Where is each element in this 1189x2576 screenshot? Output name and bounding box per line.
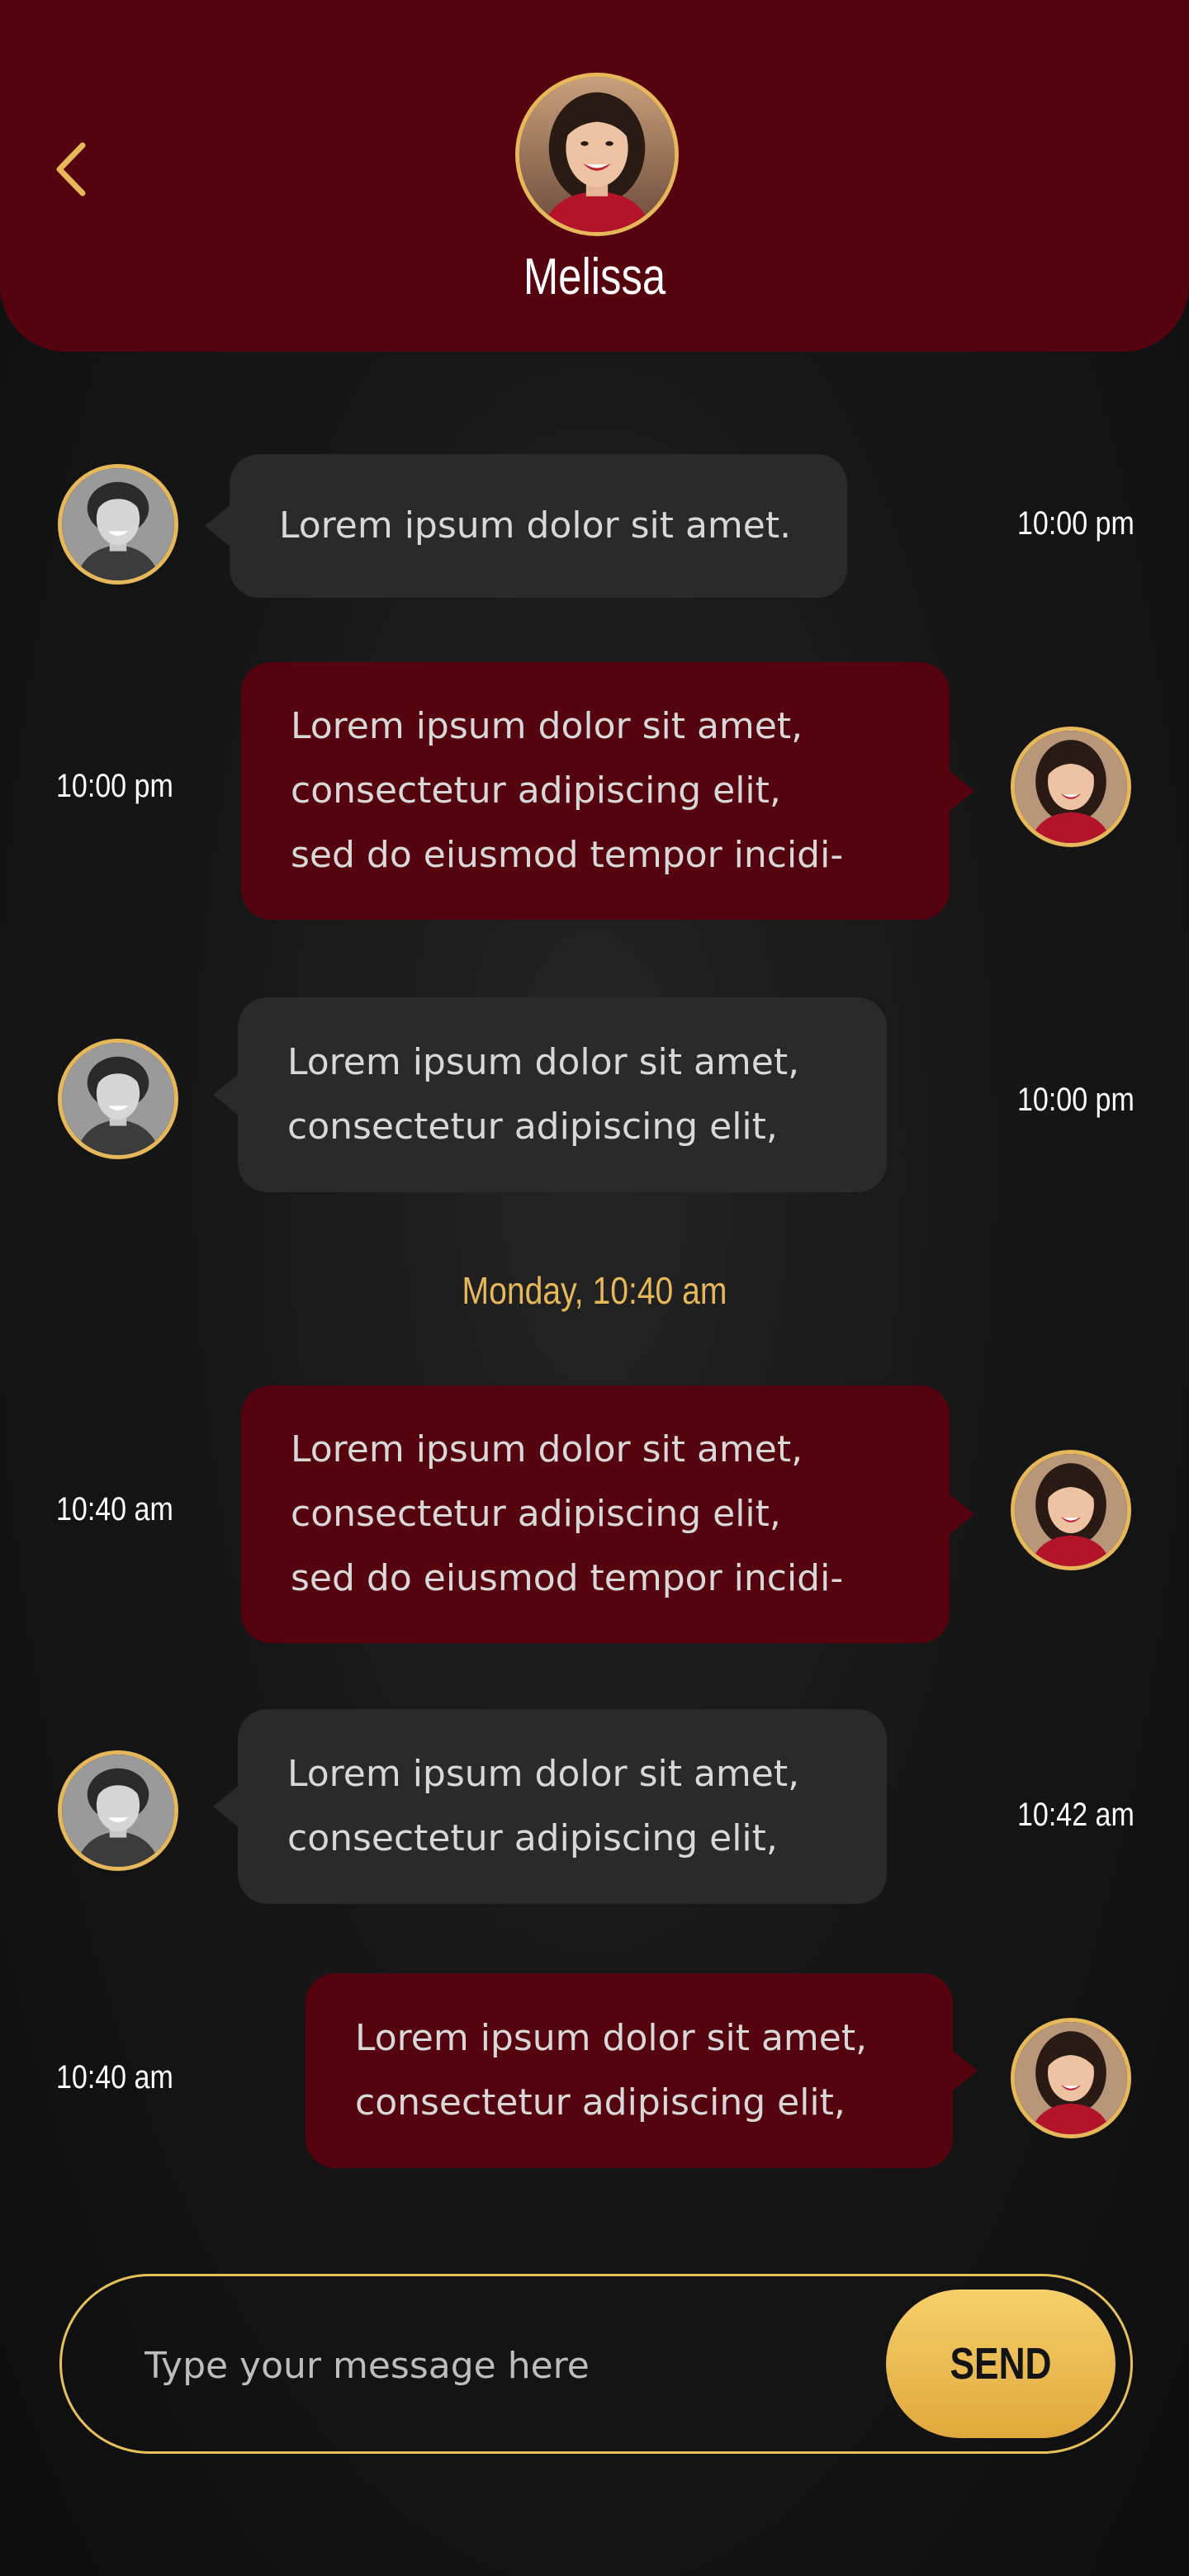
bubble-tail — [948, 1493, 974, 1536]
message-text: consectetur adipiscing elit, — [287, 1106, 778, 1148]
my-avatar[interactable] — [1011, 1450, 1131, 1570]
bubble-tail — [948, 769, 974, 812]
message-time: 10:40 am — [56, 1491, 173, 1527]
chevron-left-icon — [56, 142, 86, 197]
send-label: SEND — [950, 2339, 1052, 2389]
contact-avatar[interactable] — [58, 1750, 178, 1871]
contact-avatar[interactable] — [58, 464, 178, 585]
message-time: 10:40 am — [56, 2059, 173, 2095]
message-bubble-6[interactable]: Lorem ipsum dolor sit amet, consectetur … — [306, 1973, 978, 2168]
message-text: consectetur adipiscing elit, — [291, 1493, 781, 1535]
melissa-avatar[interactable] — [515, 73, 679, 236]
message-composer: SEND — [59, 2274, 1133, 2454]
my-avatar[interactable] — [1011, 2018, 1131, 2138]
contact-name: Melissa — [523, 249, 666, 305]
message-bubble-2[interactable]: Lorem ipsum dolor sit amet, consectetur … — [241, 662, 974, 920]
message-bubble-1[interactable]: Lorem ipsum dolor sit amet. — [205, 454, 847, 598]
message-text: consectetur adipiscing elit, — [355, 2081, 846, 2124]
bubble-tail — [213, 1785, 239, 1828]
message-bubble-5[interactable]: Lorem ipsum dolor sit amet, consectetur … — [213, 1709, 887, 1904]
message-text: sed do eiusmod tempor incidi- — [291, 834, 844, 876]
message-text: Lorem ipsum dolor sit amet, — [287, 1041, 800, 1083]
message-text: sed do eiusmod tempor incidi- — [291, 1557, 844, 1599]
message-time: 10:00 pm — [1017, 1082, 1135, 1118]
send-button[interactable]: SEND — [886, 2290, 1116, 2438]
date-divider: Monday, 10:40 am — [462, 1269, 727, 1312]
message-bubble-3[interactable]: Lorem ipsum dolor sit amet, consectetur … — [213, 997, 887, 1192]
message-text: consectetur adipiscing elit, — [291, 769, 781, 812]
message-text: consectetur adipiscing elit, — [287, 1817, 778, 1859]
message-text: Lorem ipsum dolor sit amet, — [355, 2017, 868, 2059]
chat-header: Melissa — [0, 0, 1189, 352]
message-time: 10:42 am — [1017, 1797, 1135, 1833]
message-text: Lorem ipsum dolor sit amet, — [291, 705, 803, 747]
bubble-tail — [951, 2049, 978, 2092]
message-text: Lorem ipsum dolor sit amet, — [291, 1428, 803, 1470]
bubble-tail — [205, 504, 231, 547]
message-input[interactable] — [144, 2326, 838, 2405]
message-time: 10:00 pm — [56, 768, 173, 804]
bubble-tail — [213, 1073, 239, 1116]
message-bubble-4[interactable]: Lorem ipsum dolor sit amet, consectetur … — [241, 1385, 974, 1643]
message-time: 10:00 pm — [1017, 505, 1135, 542]
message-text: Lorem ipsum dolor sit amet. — [279, 504, 792, 547]
my-avatar[interactable] — [1011, 727, 1131, 847]
message-text: Lorem ipsum dolor sit amet, — [287, 1753, 800, 1795]
back-button[interactable] — [46, 132, 96, 206]
contact-avatar[interactable] — [58, 1039, 178, 1159]
